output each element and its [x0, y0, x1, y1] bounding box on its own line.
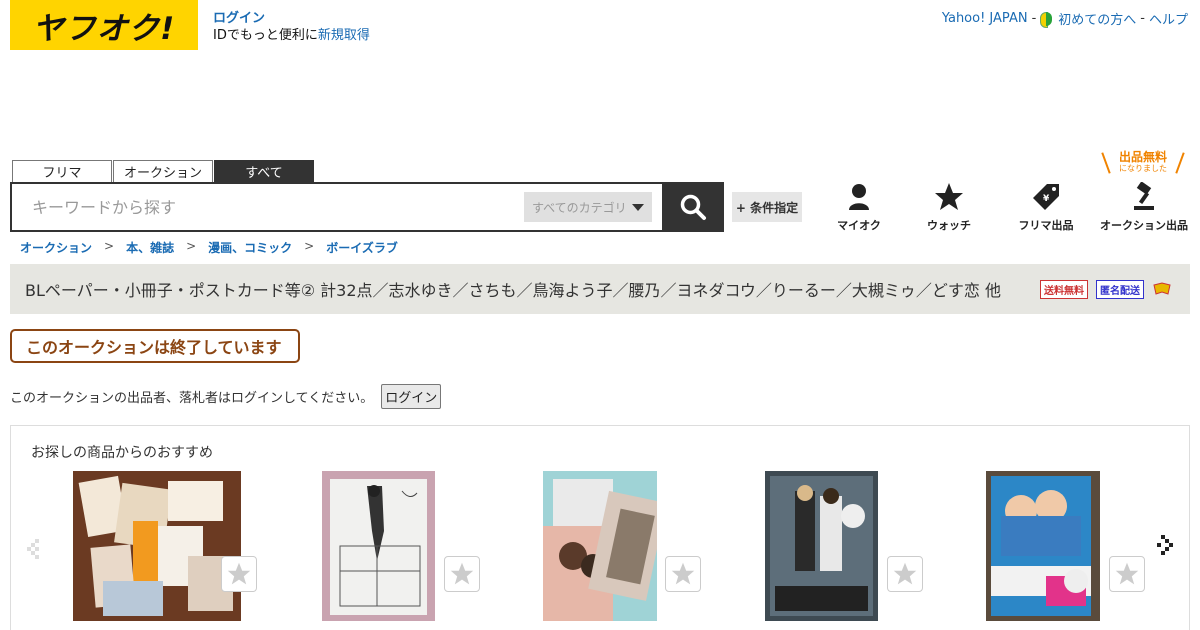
category-select-label: すべてのカテゴリ: [532, 200, 627, 215]
free-badge-title: 出品無料: [1118, 150, 1167, 164]
star-icon: [1115, 562, 1139, 585]
breadcrumb: オークション > 本、雑誌 > 漫画、コミック > ボーイズラブ: [20, 239, 398, 256]
prev-arrow-icon[interactable]: [25, 531, 45, 561]
top-links: Yahoo! JAPAN - 初めての方へ - ヘルプ: [942, 9, 1188, 28]
breadcrumb-separator: >: [104, 239, 115, 253]
breadcrumb-auction[interactable]: オークション: [20, 239, 92, 256]
star-icon: [227, 562, 251, 585]
item-thumbnail[interactable]: [986, 471, 1100, 621]
login-notice: このオークションの出品者、落札者はログインしてください。 ログイン: [10, 384, 442, 409]
search-button[interactable]: [662, 182, 724, 232]
separator: -: [1031, 11, 1037, 26]
search-icon: [680, 194, 706, 220]
flea-listing-label: フリマ出品: [1018, 219, 1074, 232]
tab-all[interactable]: すべて: [214, 160, 314, 182]
recommendation-title: お探しの商品からのおすすめ: [31, 445, 213, 461]
login-sub-text: IDでもっと便利に: [213, 28, 318, 43]
item-title-bar: BLペーパー・小冊子・ポストカード等② 計32点／志水ゆき／さちも／鳥海よう子／…: [10, 264, 1190, 314]
price-tag-icon: ¥: [1033, 184, 1059, 210]
watch-star-button[interactable]: [1109, 556, 1145, 592]
auction-ended-label: このオークションは終了しています: [10, 329, 300, 363]
category-select[interactable]: すべてのカテゴリ: [524, 192, 652, 222]
ribbon-icon: [1153, 282, 1171, 295]
watch-star-button[interactable]: [887, 556, 923, 592]
signup-link[interactable]: 新規取得: [318, 28, 370, 43]
star-icon: [671, 562, 695, 585]
user-icon: [849, 184, 869, 210]
svg-text:¥: ¥: [1043, 194, 1050, 204]
recommendation-panel: お探しの商品からのおすすめ: [10, 425, 1190, 630]
free-listing-badge: 出品無料 になりました: [1101, 150, 1185, 174]
first-time-link[interactable]: 初めての方へ: [1058, 9, 1136, 28]
condition-button[interactable]: + 条件指定: [732, 192, 802, 222]
auction-listing-button[interactable]: オークション出品: [1098, 182, 1190, 233]
item-thumbnail[interactable]: [73, 471, 241, 621]
separator: -: [1140, 11, 1145, 26]
anonymous-shipping-badge: 匿名配送: [1096, 279, 1144, 299]
yahoo-japan-link[interactable]: Yahoo! JAPAN: [942, 11, 1028, 26]
beginner-mark-icon: [1040, 11, 1053, 28]
my-auction-label: マイオク: [837, 219, 881, 232]
star-icon: [450, 562, 474, 585]
flea-listing-button[interactable]: ¥ フリマ出品: [1014, 182, 1078, 233]
search-box: すべてのカテゴリ: [10, 182, 724, 232]
watch-button[interactable]: ウォッチ: [920, 182, 978, 233]
item-thumbnail[interactable]: [543, 471, 657, 621]
free-badge-sub: になりました: [1119, 164, 1167, 173]
breadcrumb-boys-love[interactable]: ボーイズラブ: [326, 239, 398, 256]
caret-down-icon: [632, 203, 644, 211]
breadcrumb-separator: >: [304, 239, 315, 253]
breadcrumb-books[interactable]: 本、雑誌: [126, 239, 174, 256]
logo-text: ヤフオク!: [32, 10, 176, 47]
login-button[interactable]: ログイン: [381, 384, 442, 409]
gavel-icon: [1134, 182, 1154, 210]
tab-flea[interactable]: フリマ: [12, 160, 112, 182]
login-link[interactable]: ログイン: [213, 10, 370, 27]
breadcrumb-comics[interactable]: 漫画、コミック: [208, 239, 292, 256]
help-link[interactable]: ヘルプ: [1149, 9, 1188, 28]
item-thumbnail[interactable]: [322, 471, 435, 621]
star-icon: [935, 183, 963, 210]
item-title: BLペーパー・小冊子・ポストカード等② 計32点／志水ゆき／さちも／鳥海よう子／…: [25, 281, 1001, 300]
watch-star-button[interactable]: [665, 556, 701, 592]
watch-star-button[interactable]: [444, 556, 480, 592]
item-thumbnail[interactable]: [765, 471, 878, 621]
login-block: ログイン IDでもっと便利に新規取得: [213, 10, 370, 44]
star-icon: [893, 562, 917, 585]
auction-listing-label: オークション出品: [1100, 219, 1188, 232]
watch-star-button[interactable]: [221, 556, 257, 592]
tab-auction[interactable]: オークション: [113, 160, 213, 182]
yahoo-auction-logo[interactable]: ヤフオク!: [10, 0, 198, 50]
my-auction-button[interactable]: マイオク: [834, 182, 884, 233]
login-notice-text: このオークションの出品者、落札者はログインしてください。: [10, 391, 374, 406]
free-shipping-badge: 送料無料: [1040, 279, 1088, 299]
next-arrow-icon[interactable]: [1155, 531, 1175, 561]
search-tabs: フリマ オークション すべて: [12, 160, 315, 182]
search-input[interactable]: [12, 184, 524, 230]
breadcrumb-separator: >: [186, 239, 197, 253]
watch-label: ウォッチ: [927, 219, 971, 232]
